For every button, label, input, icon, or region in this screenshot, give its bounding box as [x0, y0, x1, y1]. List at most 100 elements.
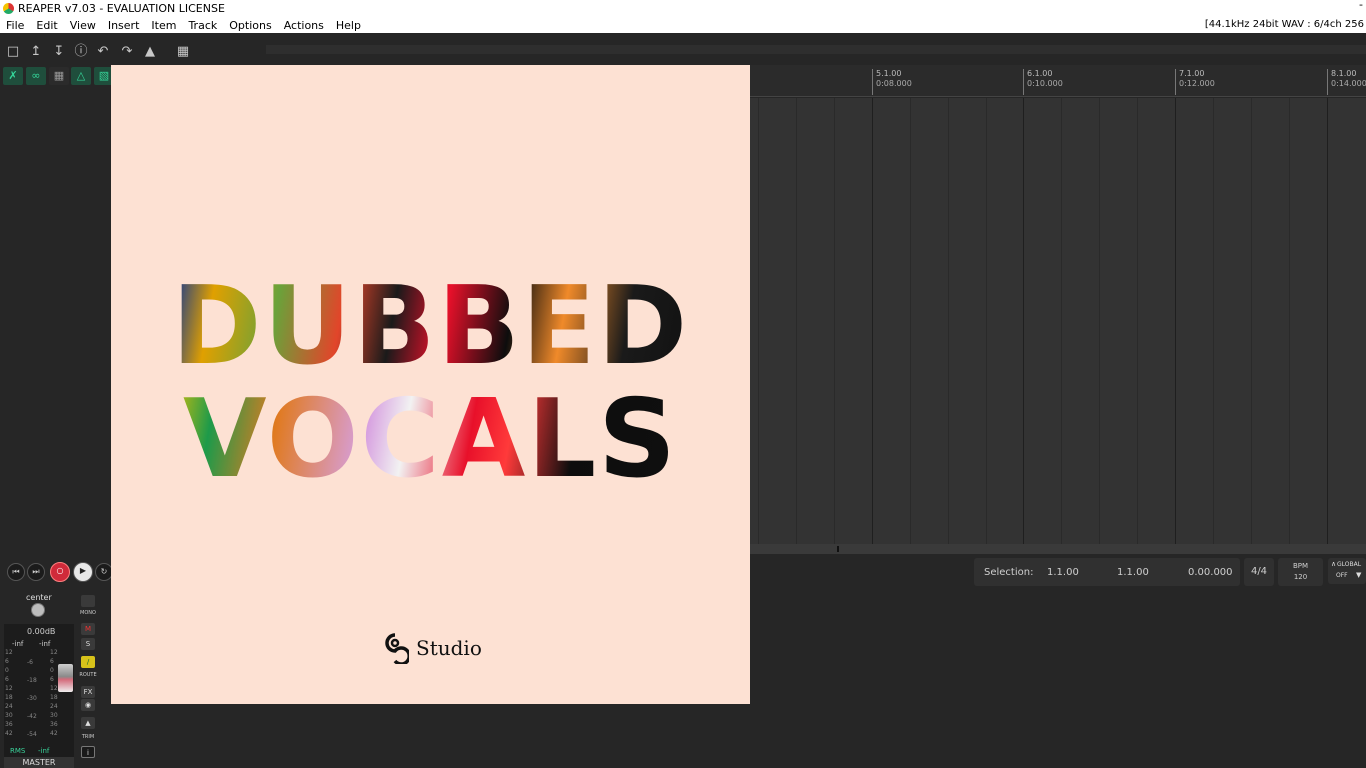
master-volume[interactable]: 0.00dB	[27, 627, 55, 636]
grid-line	[1213, 98, 1214, 544]
grid-line	[1099, 98, 1100, 544]
bpm-value[interactable]: 120	[1278, 572, 1323, 583]
reaper-logo-icon	[3, 3, 14, 14]
item-grouping-icon[interactable]: ∞	[26, 67, 46, 85]
tempo-display[interactable]: BPM 120	[1278, 558, 1323, 586]
menu-edit[interactable]: Edit	[30, 19, 63, 32]
mono-label: MONO	[80, 610, 96, 616]
selection-display[interactable]: Selection: 1.1.00 1.1.00 0.00.000	[974, 558, 1240, 586]
play-button[interactable]: ▶	[73, 562, 93, 582]
fx-bypass-button[interactable]: ◉	[81, 699, 95, 711]
timeline-ruler[interactable]: 5.1.00 0:08.000 6.1.00 0:10.000 7.1.00 0…	[750, 65, 1366, 97]
selection-label: Selection:	[984, 567, 1034, 578]
grid-line	[1251, 98, 1252, 544]
automation-icon: ∧	[1331, 560, 1337, 568]
album-cover-image: DUBBED VOCALS Studio	[111, 65, 750, 704]
master-mixer-strip: center 0.00dB -inf -inf 12 6 0 6 12 18 24 30 36 4…	[0, 590, 111, 768]
grid-line	[834, 98, 835, 544]
edit-toolbar: ✗ ∞ ▦ △ ▧	[0, 65, 114, 87]
go-to-start-button[interactable]: ⏮	[7, 563, 25, 581]
menu-help[interactable]: Help	[330, 19, 367, 32]
info-button[interactable]: i	[81, 746, 95, 758]
menu-insert[interactable]: Insert	[102, 19, 146, 32]
envelope-lock-icon[interactable]: △	[71, 67, 91, 85]
grid-icon[interactable]: ▦	[175, 44, 191, 60]
meter-scale-mid: -6 -18 -30 -42 -54	[27, 659, 37, 738]
track-control-panel[interactable]	[0, 87, 111, 543]
pan-label: center	[26, 593, 52, 602]
global-label: GLOBAL	[1337, 561, 1362, 568]
peak-right: -inf	[39, 640, 51, 648]
grid-line	[1137, 98, 1138, 544]
cover-headline-line2: VOCALS	[111, 386, 750, 494]
save-project-icon[interactable]: ↧	[51, 44, 67, 60]
project-settings-icon[interactable]: ⓘ	[73, 44, 89, 60]
mute-button[interactable]: M	[81, 623, 95, 635]
grid-line	[872, 98, 873, 544]
grid-line	[796, 98, 797, 544]
menu-item[interactable]: Item	[145, 19, 182, 32]
route-label: ROUTE	[79, 672, 97, 678]
ruler-mark: 8.1.00 0:14.000	[1327, 69, 1366, 95]
cover-brand: Studio	[416, 636, 482, 660]
toolbar-scroll-strip	[266, 45, 1366, 54]
ruler-mark: 6.1.00 0:10.000	[1023, 69, 1063, 95]
selection-end[interactable]: 1.1.00	[1117, 567, 1149, 578]
bpm-label: BPM	[1292, 562, 1309, 570]
solo-button[interactable]: S	[81, 638, 95, 650]
rms-value: -inf	[38, 747, 50, 755]
go-to-end-button[interactable]: ⏭	[27, 563, 45, 581]
trim-label: TRIM	[81, 734, 95, 740]
route-button[interactable]: /	[81, 656, 95, 668]
grid-line	[758, 98, 759, 544]
meter-scale-left: 12 6 0 6 12 18 24 30 36 42	[5, 649, 13, 737]
grid-line	[1289, 98, 1290, 544]
scroll-position-marker[interactable]	[837, 546, 839, 552]
global-automation-override[interactable]: GLOBAL OFF ∧ ▼	[1328, 558, 1366, 584]
ripple-edit-icon[interactable]: ✗	[3, 67, 23, 85]
record-button[interactable]: ○	[50, 562, 70, 582]
menu-file[interactable]: File	[0, 19, 30, 32]
menu-bar: File Edit View Insert Item Track Options…	[0, 17, 1366, 33]
master-volume-fader[interactable]	[58, 664, 73, 692]
metronome-icon[interactable]: ▲	[142, 44, 158, 60]
main-toolbar: □ ↥ ↧ ⓘ ↶ ↷ ▲ ▦	[0, 33, 1366, 65]
new-project-icon[interactable]: □	[5, 44, 21, 60]
mono-button[interactable]	[81, 595, 95, 607]
horizontal-scrollbar[interactable]	[750, 544, 1366, 554]
snap-grid-icon[interactable]: ▦	[49, 67, 69, 85]
trim-button[interactable]: ▲	[81, 717, 95, 729]
menu-options[interactable]: Options	[223, 19, 277, 32]
grid-line	[948, 98, 949, 544]
rms-label: RMS	[10, 747, 26, 755]
audio-format-info[interactable]: [44.1kHz 24bit WAV : 6/4ch 256	[1205, 19, 1364, 30]
minimize-button[interactable]: -	[1359, 0, 1363, 11]
grid-line	[1023, 98, 1024, 544]
pan-knob[interactable]	[31, 603, 45, 617]
window-title: REAPER v7.03 - EVALUATION LICENSE	[18, 2, 225, 15]
menu-view[interactable]: View	[64, 19, 102, 32]
chevron-down-icon[interactable]: ▼	[1356, 571, 1361, 579]
selection-length[interactable]: 0.00.000	[1188, 567, 1233, 578]
peak-left: -inf	[12, 640, 24, 648]
studio-logo-icon	[385, 633, 409, 664]
redo-icon[interactable]: ↷	[119, 44, 135, 60]
cover-headline-line1: DUBBED	[111, 273, 750, 381]
menu-track[interactable]: Track	[182, 19, 223, 32]
menu-actions[interactable]: Actions	[278, 19, 330, 32]
open-project-icon[interactable]: ↥	[28, 44, 44, 60]
title-bar: REAPER v7.03 - EVALUATION LICENSE -	[0, 0, 1366, 17]
master-track-label: MASTER	[4, 757, 74, 768]
grid-line	[1061, 98, 1062, 544]
time-signature[interactable]: 4/4	[1244, 558, 1274, 586]
grid-line	[1175, 98, 1176, 544]
undo-icon[interactable]: ↶	[95, 44, 111, 60]
grid-line	[1327, 98, 1328, 544]
arrange-view[interactable]	[750, 98, 1366, 544]
grid-line	[986, 98, 987, 544]
ruler-mark: 7.1.00 0:12.000	[1175, 69, 1215, 95]
selection-start[interactable]: 1.1.00	[1047, 567, 1079, 578]
global-state: OFF	[1336, 572, 1348, 579]
ruler-mark: 5.1.00 0:08.000	[872, 69, 912, 95]
fx-button[interactable]: FX	[81, 686, 95, 698]
